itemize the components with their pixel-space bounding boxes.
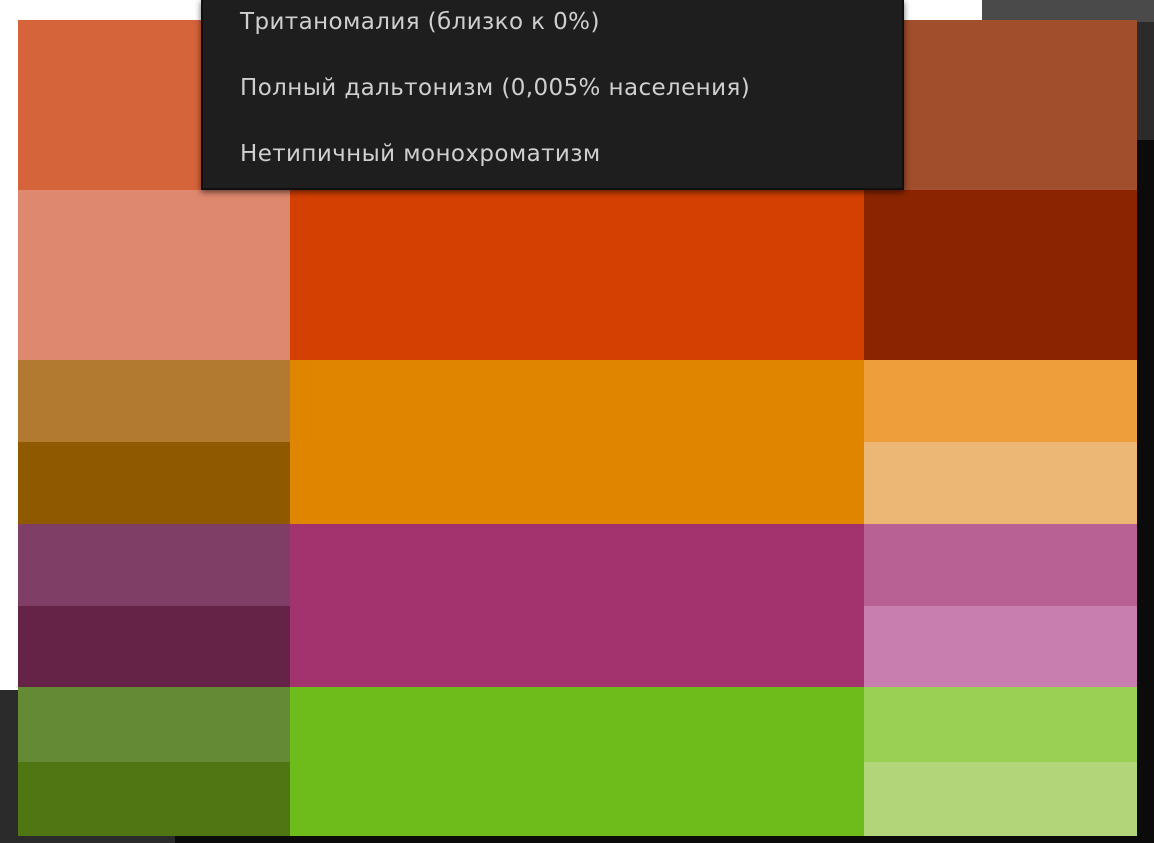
menu-item-atypical-monochromacy[interactable]: Нетипичный монохроматизм xyxy=(240,141,601,167)
swatch-red-orange[interactable] xyxy=(290,190,864,360)
swatch-magenta[interactable] xyxy=(290,524,864,687)
window-edge xyxy=(982,0,1154,22)
swatch-ochre[interactable] xyxy=(18,360,290,442)
swatch-dark-ochre[interactable] xyxy=(18,442,290,524)
swatch-dark-plum[interactable] xyxy=(18,606,290,687)
swatch-green[interactable] xyxy=(290,687,864,836)
swatch-light-pink[interactable] xyxy=(864,606,1137,687)
swatch-orange[interactable] xyxy=(290,360,864,524)
menu-item-achromatopsia[interactable]: Полный дальтонизм (0,005% населения) xyxy=(240,75,750,101)
swatch-light-orange[interactable] xyxy=(864,360,1137,442)
swatch-peach[interactable] xyxy=(864,442,1137,524)
swatch-pink[interactable] xyxy=(864,524,1137,606)
swatch-brown-right[interactable] xyxy=(864,20,1137,190)
menu-item-tritanomaly[interactable]: Тританомалия (близко к 0%) xyxy=(240,9,600,35)
swatch-maroon[interactable] xyxy=(864,190,1137,360)
swatch-olive-green[interactable] xyxy=(18,687,290,762)
swatch-salmon[interactable] xyxy=(18,190,290,360)
swatch-dark-green[interactable] xyxy=(18,762,290,836)
swatch-light-green[interactable] xyxy=(864,687,1137,762)
color-blindness-dropdown-menu: Тританомалия (близко к 0%) Полный дальто… xyxy=(201,0,904,190)
swatch-plum[interactable] xyxy=(18,524,290,606)
swatch-pale-green[interactable] xyxy=(864,762,1137,836)
